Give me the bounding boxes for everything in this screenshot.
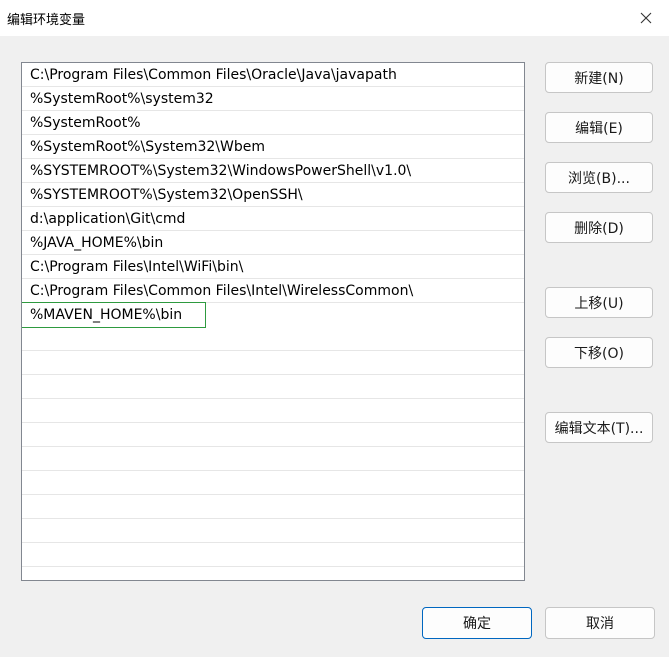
list-item-text: %SystemRoot%\System32\Wbem	[30, 139, 265, 155]
empty-list-row[interactable]	[22, 519, 524, 543]
move-up-button[interactable]: 上移(U)	[545, 287, 653, 318]
list-item-text: C:\Program Files\Intel\WiFi\bin\	[30, 259, 244, 275]
list-item[interactable]: %SYSTEMROOT%\System32\WindowsPowerShell\…	[22, 159, 524, 183]
path-list[interactable]: C:\Program Files\Common Files\Oracle\Jav…	[21, 62, 525, 581]
list-item-text: %JAVA_HOME%\bin	[30, 235, 164, 251]
ok-button[interactable]: 确定	[422, 607, 532, 639]
browse-button[interactable]: 浏览(B)...	[545, 162, 653, 193]
empty-list-row[interactable]	[22, 447, 524, 471]
empty-list-row[interactable]	[22, 327, 524, 351]
list-item-text: d:\application\Git\cmd	[30, 211, 186, 227]
list-item[interactable]: C:\Program Files\Common Files\Intel\Wire…	[22, 279, 524, 303]
window-title: 编辑环境变量	[7, 13, 86, 28]
list-item[interactable]: d:\application\Git\cmd	[22, 207, 524, 231]
cancel-button[interactable]: 取消	[545, 607, 655, 639]
list-item[interactable]: %SYSTEMROOT%\System32\OpenSSH\	[22, 183, 524, 207]
close-button[interactable]	[623, 0, 669, 36]
list-item-text: %SYSTEMROOT%\System32\WindowsPowerShell\…	[30, 163, 412, 179]
empty-list-row[interactable]	[22, 399, 524, 423]
edit-text-button[interactable]: 编辑文本(T)...	[545, 412, 653, 443]
list-item[interactable]: %SystemRoot%\System32\Wbem	[22, 135, 524, 159]
title-bar: 编辑环境变量	[0, 0, 669, 36]
delete-button[interactable]: 删除(D)	[545, 212, 653, 243]
new-button[interactable]: 新建(N)	[545, 62, 653, 93]
move-down-button[interactable]: 下移(O)	[545, 337, 653, 368]
close-icon	[640, 12, 652, 24]
list-item-text: %SYSTEMROOT%\System32\OpenSSH\	[30, 187, 303, 203]
empty-list-row[interactable]	[22, 543, 524, 567]
empty-list-row[interactable]	[22, 471, 524, 495]
edit-environment-variable-dialog: 编辑环境变量 C:\Program Files\Common Files\Ora…	[0, 0, 669, 657]
empty-list-row[interactable]	[22, 495, 524, 519]
empty-list-row[interactable]	[22, 567, 524, 580]
list-item-text: C:\Program Files\Common Files\Intel\Wire…	[30, 283, 414, 299]
list-item[interactable]: %MAVEN_HOME%\bin	[22, 302, 524, 328]
list-item-text: %MAVEN_HOME%\bin	[30, 307, 183, 323]
empty-list-row[interactable]	[22, 351, 524, 375]
empty-list-row[interactable]	[22, 375, 524, 399]
list-item[interactable]: %JAVA_HOME%\bin	[22, 231, 524, 255]
list-item[interactable]: C:\Program Files\Common Files\Oracle\Jav…	[22, 63, 524, 87]
list-item-text: %SystemRoot%\system32	[30, 91, 214, 107]
edit-button[interactable]: 编辑(E)	[545, 112, 653, 143]
list-item-text: %SystemRoot%	[30, 115, 141, 131]
list-item[interactable]: %SystemRoot%\system32	[22, 87, 524, 111]
list-item[interactable]: %SystemRoot%	[22, 111, 524, 135]
list-item[interactable]: C:\Program Files\Intel\WiFi\bin\	[22, 255, 524, 279]
empty-list-row[interactable]	[22, 423, 524, 447]
list-item-text: C:\Program Files\Common Files\Oracle\Jav…	[30, 67, 397, 83]
